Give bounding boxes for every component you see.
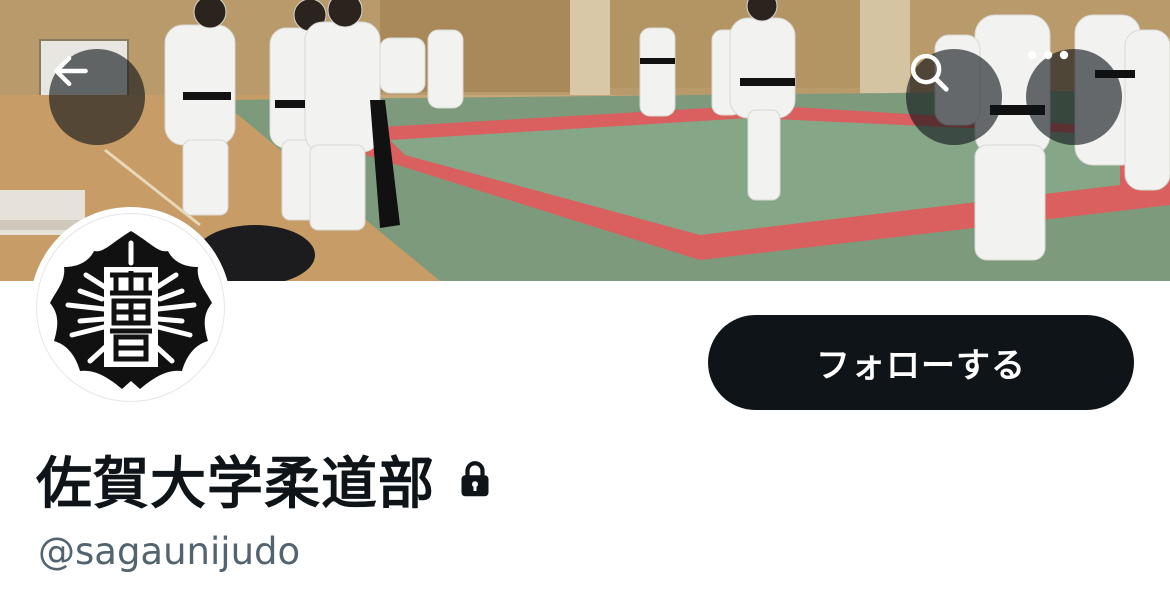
follow-button[interactable]: フォローする <box>708 315 1134 410</box>
more-horizontal-icon <box>1027 50 1069 60</box>
arrow-left-icon <box>54 55 88 87</box>
profile-handle: @sagaunijudo <box>38 530 301 573</box>
display-name: 佐賀大学柔道部 <box>36 451 435 517</box>
search-button[interactable] <box>906 49 1002 145</box>
profile-name-row: 佐賀大学柔道部 <box>36 440 493 518</box>
back-button[interactable] <box>49 49 145 145</box>
avatar-image <box>36 213 225 402</box>
lock-icon <box>457 459 493 499</box>
more-button[interactable] <box>1026 49 1122 145</box>
saga-university-emblem <box>49 230 212 389</box>
search-icon <box>910 53 949 92</box>
avatar[interactable] <box>30 207 231 408</box>
